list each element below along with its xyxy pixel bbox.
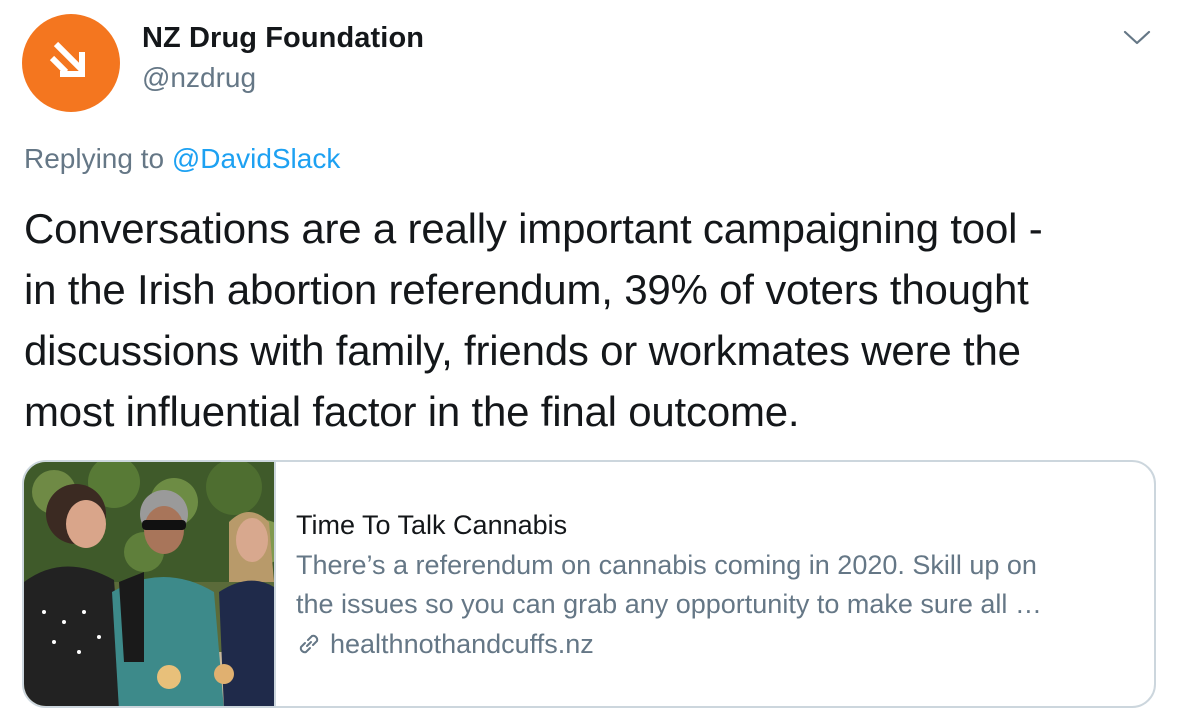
card-description-line: There’s a referendum on cannabis coming …	[296, 550, 1037, 580]
card-body: Time To Talk Cannabis There’s a referend…	[276, 462, 1154, 706]
card-description: There’s a referendum on cannabis coming …	[296, 546, 1134, 624]
card-domain: healthnothandcuffs.nz	[296, 624, 1134, 664]
link-card[interactable]: Time To Talk Cannabis There’s a referend…	[22, 460, 1156, 708]
author-handle[interactable]: @nzdrug	[142, 62, 256, 94]
avatar[interactable]	[22, 14, 120, 112]
replying-to-label: Replying to	[24, 143, 165, 174]
arrow-down-right-icon	[49, 41, 85, 77]
tweet-text-line: discussions with family, friends or work…	[24, 327, 1021, 374]
chevron-down-icon[interactable]	[1122, 28, 1152, 48]
card-description-line: the issues so you can grab any opportuni…	[296, 589, 1042, 619]
tweet-text-line: in the Irish abortion referendum, 39% of…	[24, 266, 1029, 313]
tweet-text-line: most influential factor in the final out…	[24, 388, 800, 435]
tweet: NZ Drug Foundation @nzdrug Replying to @…	[0, 0, 1184, 728]
link-icon	[299, 634, 319, 654]
mention-link[interactable]: @DavidSlack	[172, 143, 340, 174]
author-name[interactable]: NZ Drug Foundation	[142, 22, 424, 55]
card-domain-text: healthnothandcuffs.nz	[330, 629, 594, 659]
card-title: Time To Talk Cannabis	[296, 510, 568, 540]
replying-to: Replying to @DavidSlack	[24, 143, 340, 175]
tweet-text: Conversations are a really important cam…	[24, 198, 1144, 442]
tweet-text-line: Conversations are a really important cam…	[24, 205, 1043, 252]
card-image[interactable]	[24, 462, 276, 706]
